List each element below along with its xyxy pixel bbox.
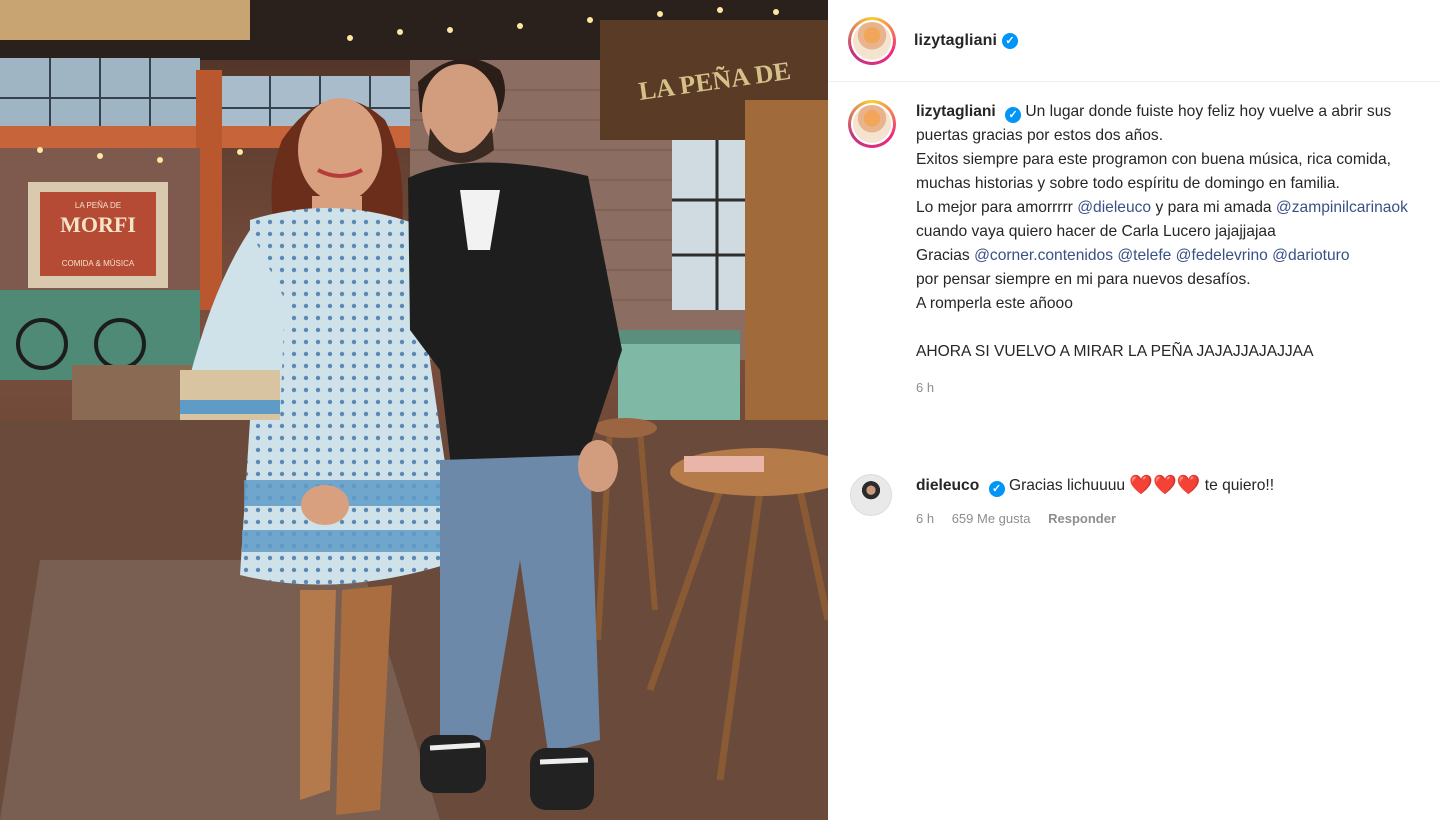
morfi-sign-line1: LA PEÑA DE <box>75 201 121 210</box>
heart-emoji-icon: ❤️❤️❤️ <box>1129 475 1201 496</box>
verified-badge-icon: ✓ <box>988 481 1005 497</box>
comment-body: dieleuco ✓ Gracias lichuuuu ❤️❤️❤️ te qu… <box>916 474 1274 531</box>
caption-line2: Exitos siempre para este programon con b… <box>916 151 1391 192</box>
mention-link[interactable]: @corner.contenidos <box>974 247 1113 264</box>
caption-line5: A romperla este añooo <box>916 295 1073 312</box>
wood-panel <box>745 100 828 440</box>
author-avatar[interactable] <box>848 16 896 65</box>
avatar-image <box>853 21 891 60</box>
avatar-image <box>853 105 891 143</box>
morfi-sign-line2: MORFI <box>60 212 136 237</box>
caption-text: Lo mejor para amorrrrr <box>916 199 1078 216</box>
reply-button[interactable]: Responder <box>1048 511 1116 526</box>
commenter-username[interactable]: dieleuco <box>916 477 979 494</box>
caption-username[interactable]: lizytagliani <box>916 103 996 120</box>
mention-link[interactable]: @telefe <box>1117 247 1171 264</box>
verified-badge-icon: ✓ <box>1005 107 1022 123</box>
caption-timestamp[interactable]: 6 h <box>916 376 1438 400</box>
mention-link[interactable]: @zampinilcarinaok <box>1276 199 1408 216</box>
comment-text-end: te quiero!! <box>1200 477 1275 494</box>
caption-paragraph-3: Lo mejor para amorrrrr @dieleuco y para … <box>916 196 1438 244</box>
comment-meta: 6 h 659 Me gusta Responder <box>916 507 1274 531</box>
caption-avatar[interactable] <box>848 100 896 148</box>
caption-paragraph-4: Gracias @corner.contenidos @telefe @fede… <box>916 244 1438 292</box>
post-header: lizytagliani ✓ <box>828 0 1440 82</box>
commenter-avatar[interactable] <box>850 474 892 516</box>
comment: dieleuco ✓ Gracias lichuuuu ❤️❤️❤️ te qu… <box>850 474 1430 531</box>
morfi-sign-line3: COMIDA & MÚSICA <box>62 259 135 268</box>
mention-link[interactable]: @fedelevrino <box>1176 247 1268 264</box>
author-username[interactable]: lizytagliani <box>914 32 997 50</box>
ceiling-light-panel <box>0 0 250 40</box>
post-photo[interactable]: LA PEÑA DE LA PEÑA DE MORFI COMIDA & MÚS… <box>0 0 828 820</box>
caption-body: lizytagliani ✓ Un lugar donde fuiste hoy… <box>916 100 1438 400</box>
comment-timestamp[interactable]: 6 h <box>916 511 934 526</box>
stage-block <box>72 365 192 421</box>
photo-illustration: LA PEÑA DE LA PEÑA DE MORFI COMIDA & MÚS… <box>0 0 828 820</box>
verified-badge-icon: ✓ <box>1002 32 1018 49</box>
papers-on-table <box>684 456 764 472</box>
mention-link[interactable]: @dieleuco <box>1077 199 1151 216</box>
comment-like-count[interactable]: 659 Me gusta <box>952 511 1031 526</box>
post-caption: lizytagliani ✓ Un lugar donde fuiste hoy… <box>848 100 1438 400</box>
caption-text: Gracias <box>916 247 975 264</box>
caption-text: por pensar siempre en mi para nuevos des… <box>916 271 1251 288</box>
caption-paragraph-1: lizytagliani ✓ Un lugar donde fuiste hoy… <box>916 100 1438 148</box>
comment-text: Gracias lichuuuu <box>1004 477 1130 494</box>
caption-text: cuando vaya quiero hacer de Carla Lucero… <box>916 223 1276 240</box>
mention-link[interactable]: @darioturo <box>1272 247 1349 264</box>
caption-line6: AHORA SI VUELVO A MIRAR LA PEÑA JAJAJJAJ… <box>916 343 1314 360</box>
caption-text: y para mi amada <box>1151 199 1276 216</box>
